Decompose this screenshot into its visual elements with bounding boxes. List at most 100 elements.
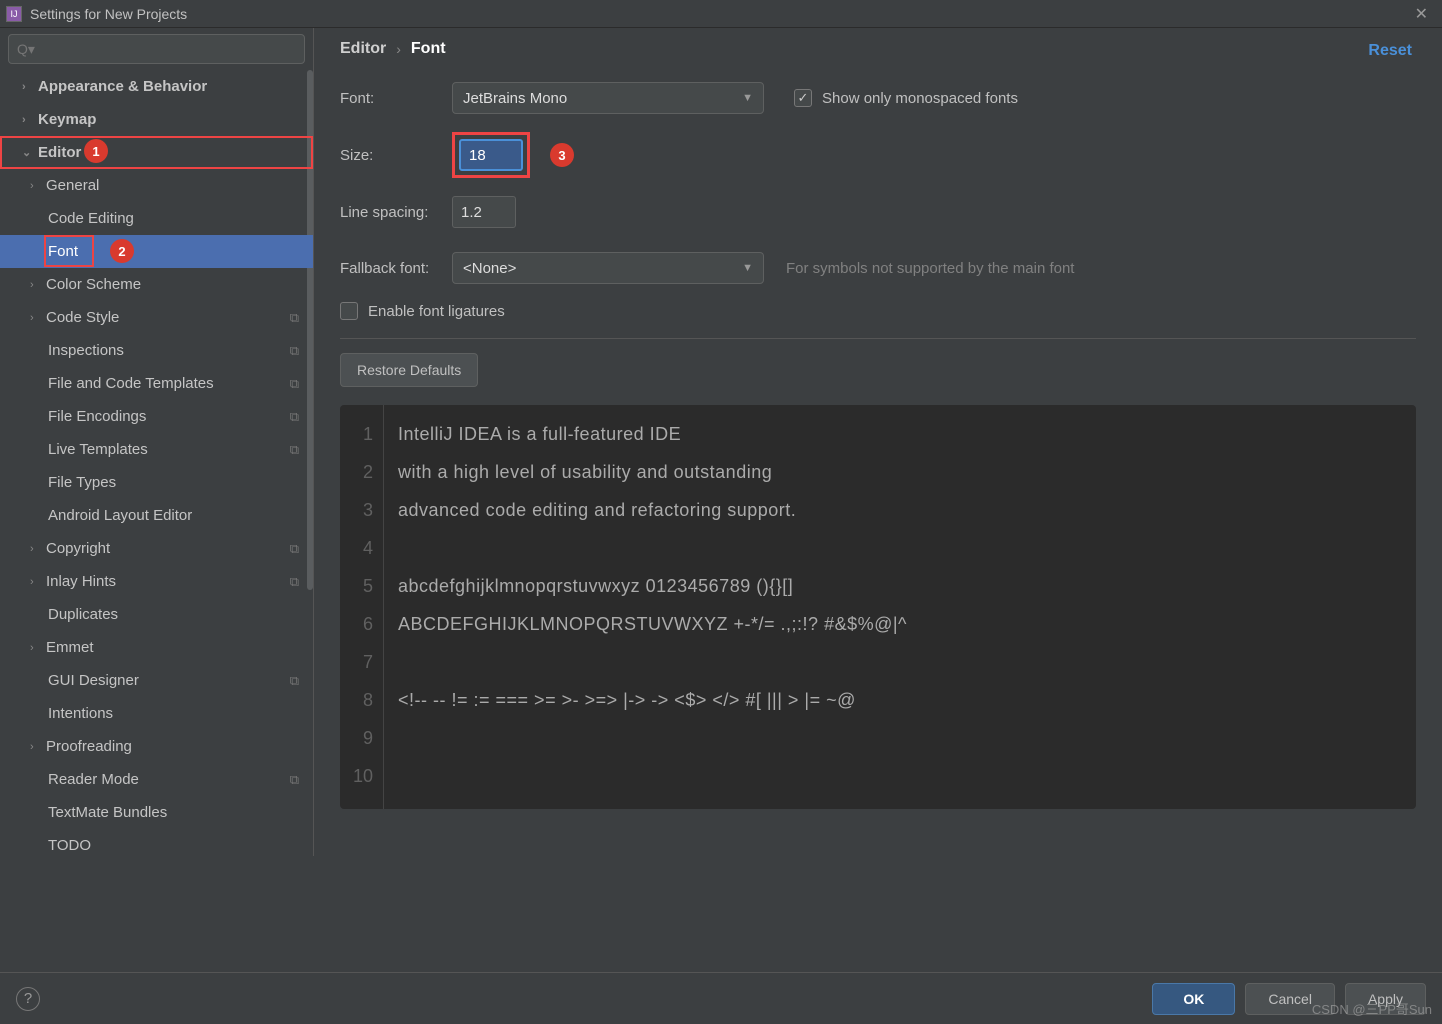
titlebar: IJ Settings for New Projects ✕ [0, 0, 1442, 28]
chevron-right-icon: › [22, 114, 36, 126]
sidebar-item-editor[interactable]: ⌄Editor1 [0, 136, 313, 169]
chevron-right-icon: › [30, 741, 44, 753]
sidebar-item-label: Proofreading [46, 738, 132, 755]
sidebar-item-label: TODO [48, 837, 91, 854]
font-label: Font: [340, 90, 452, 107]
sidebar-item-keymap[interactable]: ›Keymap [0, 103, 313, 136]
font-combo[interactable]: JetBrains Mono ▼ [452, 82, 764, 114]
sidebar-item-code-editing[interactable]: Code Editing [0, 202, 313, 235]
gutter-line: 9 [340, 719, 383, 757]
sidebar-item-intentions[interactable]: Intentions [0, 697, 313, 730]
chevron-right-icon: › [30, 180, 44, 192]
font-preview: 12345678910 IntelliJ IDEA is a full-feat… [340, 405, 1416, 809]
copy-icon: ⧉ [290, 343, 299, 359]
sidebar-item-label: TextMate Bundles [48, 804, 167, 821]
restore-defaults-button[interactable]: Restore Defaults [340, 353, 478, 387]
code-line [398, 719, 907, 757]
sidebar-item-label: Emmet [46, 639, 94, 656]
monospaced-checkbox[interactable]: ✓ [794, 89, 812, 107]
sidebar-item-emmet[interactable]: ›Emmet [0, 631, 313, 664]
gutter-line: 5 [340, 567, 383, 605]
fallback-label: Fallback font: [340, 260, 452, 277]
sidebar-item-color-scheme[interactable]: ›Color Scheme [0, 268, 313, 301]
ligatures-label: Enable font ligatures [368, 303, 505, 320]
chevron-right-icon: › [22, 81, 36, 93]
preview-code: IntelliJ IDEA is a full-featured IDEwith… [384, 405, 907, 809]
chevron-right-icon: › [396, 41, 401, 57]
sidebar: ›Appearance & Behavior›Keymap⌄Editor1›Ge… [0, 28, 314, 856]
code-line [398, 529, 907, 567]
monospaced-label: Show only monospaced fonts [822, 90, 1018, 107]
gutter-line: 4 [340, 529, 383, 567]
sidebar-item-copyright[interactable]: ›Copyright⧉ [0, 532, 313, 565]
chevron-right-icon: › [30, 543, 44, 555]
sidebar-item-inlay-hints[interactable]: ›Inlay Hints⧉ [0, 565, 313, 598]
breadcrumb-editor[interactable]: Editor [340, 40, 386, 58]
code-line [398, 757, 907, 795]
chevron-down-icon: ⌄ [22, 146, 36, 159]
watermark: CSDN @三PP哥Sun [1312, 999, 1432, 1018]
breadcrumb: Editor › Font [340, 40, 1416, 58]
sidebar-item-general[interactable]: ›General [0, 169, 313, 202]
sidebar-item-duplicates[interactable]: Duplicates [0, 598, 313, 631]
search-input[interactable] [8, 34, 305, 64]
ligatures-checkbox[interactable] [340, 302, 358, 320]
ok-button[interactable]: OK [1152, 983, 1235, 1015]
settings-tree: ›Appearance & Behavior›Keymap⌄Editor1›Ge… [0, 70, 313, 856]
close-icon[interactable]: ✕ [1415, 4, 1428, 24]
copy-icon: ⧉ [290, 310, 299, 326]
spacing-label: Line spacing: [340, 204, 452, 221]
code-line: with a high level of usability and outst… [398, 453, 907, 491]
sidebar-item-label: Font [48, 243, 78, 260]
divider [340, 338, 1416, 339]
sidebar-item-file-and-code-templates[interactable]: File and Code Templates⧉ [0, 367, 313, 400]
sidebar-item-inspections[interactable]: Inspections⧉ [0, 334, 313, 367]
sidebar-item-textmate-bundles[interactable]: TextMate Bundles [0, 796, 313, 829]
sidebar-item-live-templates[interactable]: Live Templates⧉ [0, 433, 313, 466]
code-line: advanced code editing and refactoring su… [398, 491, 907, 529]
sidebar-item-label: Code Style [46, 309, 119, 326]
annotation-badge-2: 2 [110, 239, 134, 263]
sidebar-item-label: Appearance & Behavior [38, 78, 207, 95]
sidebar-item-label: Copyright [46, 540, 110, 557]
breadcrumb-font: Font [411, 40, 446, 58]
window-title: Settings for New Projects [30, 6, 187, 22]
sidebar-item-label: GUI Designer [48, 672, 139, 689]
dialog-footer: ? OK Cancel Apply [0, 972, 1442, 1024]
gutter-line: 3 [340, 491, 383, 529]
gutter-line: 6 [340, 605, 383, 643]
sidebar-item-android-layout-editor[interactable]: Android Layout Editor [0, 499, 313, 532]
spacing-input[interactable] [452, 196, 516, 228]
fallback-combo[interactable]: <None> ▼ [452, 252, 764, 284]
gutter-line: 7 [340, 643, 383, 681]
chevron-right-icon: › [30, 642, 44, 654]
copy-icon: ⧉ [290, 673, 299, 689]
sidebar-item-file-encodings[interactable]: File Encodings⧉ [0, 400, 313, 433]
chevron-right-icon: › [30, 312, 44, 324]
copy-icon: ⧉ [290, 409, 299, 425]
sidebar-item-todo[interactable]: TODO [0, 829, 313, 856]
copy-icon: ⧉ [290, 376, 299, 392]
chevron-down-icon: ▼ [742, 92, 753, 104]
reset-link[interactable]: Reset [1368, 42, 1412, 60]
sidebar-item-code-style[interactable]: ›Code Style ⧉ [0, 301, 313, 334]
sidebar-item-label: Live Templates [48, 441, 148, 458]
help-icon[interactable]: ? [16, 987, 40, 1011]
chevron-right-icon: › [30, 576, 44, 588]
sidebar-item-file-types[interactable]: File Types [0, 466, 313, 499]
annotation-box-3 [452, 132, 530, 178]
font-combo-value: JetBrains Mono [463, 90, 567, 107]
gutter-line: 10 [340, 757, 383, 795]
sidebar-item-appearance-behavior[interactable]: ›Appearance & Behavior [0, 70, 313, 103]
content-panel: Editor › Font Reset Font: JetBrains Mono… [314, 28, 1442, 856]
fallback-hint: For symbols not supported by the main fo… [786, 260, 1074, 277]
sidebar-item-gui-designer[interactable]: GUI Designer ⧉ [0, 664, 313, 697]
sidebar-item-reader-mode[interactable]: Reader Mode⧉ [0, 763, 313, 796]
code-line: IntelliJ IDEA is a full-featured IDE [398, 415, 907, 453]
copy-icon: ⧉ [290, 772, 299, 788]
sidebar-item-label: Keymap [38, 111, 96, 128]
sidebar-item-font[interactable]: Font 2 [0, 235, 313, 268]
sidebar-item-proofreading[interactable]: ›Proofreading [0, 730, 313, 763]
size-input[interactable] [459, 139, 523, 171]
sidebar-item-label: General [46, 177, 99, 194]
